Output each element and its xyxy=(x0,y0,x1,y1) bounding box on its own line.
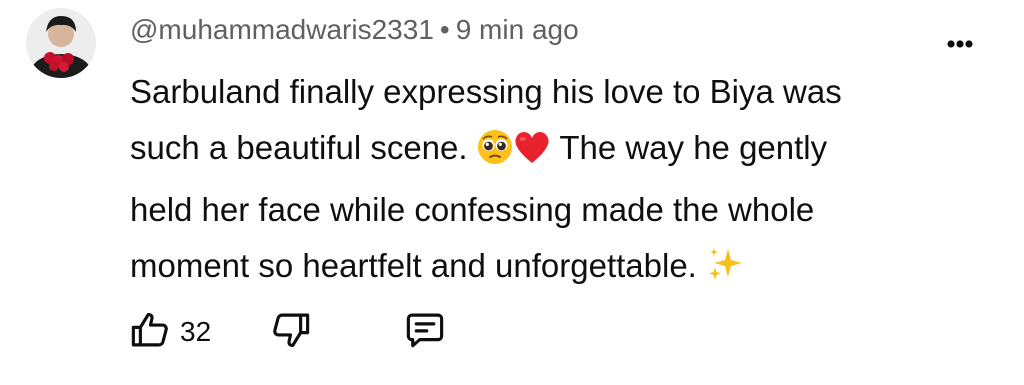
reply-button[interactable] xyxy=(403,309,447,356)
comment-line-2: such a beautiful scene. The way he gentl… xyxy=(130,120,950,182)
like-count: 32 xyxy=(180,316,212,347)
comment-line-2a: such a beautiful scene. xyxy=(130,129,468,166)
thumbs-down-icon xyxy=(269,309,313,356)
comment-line-4a: moment so heartfelt and unforgettable. xyxy=(130,247,697,284)
avatar-image xyxy=(26,8,96,78)
comment-actions: 32 xyxy=(128,308,447,356)
more-vert-icon[interactable] xyxy=(942,24,978,64)
comment-line-4: moment so heartfelt and unforgettable. xyxy=(130,238,950,300)
comment-time[interactable]: 9 min ago xyxy=(456,14,579,45)
comment-line-1: Sarbuland finally expressing his love to… xyxy=(130,73,842,110)
reply-icon xyxy=(403,309,447,356)
meta-separator: • xyxy=(439,14,450,45)
comment-line-3: held her face while confessing made the … xyxy=(130,191,815,228)
thumbs-up-icon xyxy=(128,309,172,356)
dislike-button[interactable] xyxy=(269,309,313,356)
comment-line-2b: The way he gently xyxy=(559,129,828,166)
pleading-face-emoji xyxy=(477,126,513,182)
comment-text: Sarbuland finally expressing his love to… xyxy=(130,64,950,300)
red-heart-emoji xyxy=(513,126,551,182)
author-handle[interactable]: @muhammadwaris2331 xyxy=(130,14,434,45)
comment-meta: @muhammadwaris2331 • 9 min ago xyxy=(130,14,579,46)
sparkles-emoji xyxy=(706,244,744,300)
like-button[interactable]: 32 xyxy=(128,309,211,356)
avatar[interactable] xyxy=(26,8,96,78)
